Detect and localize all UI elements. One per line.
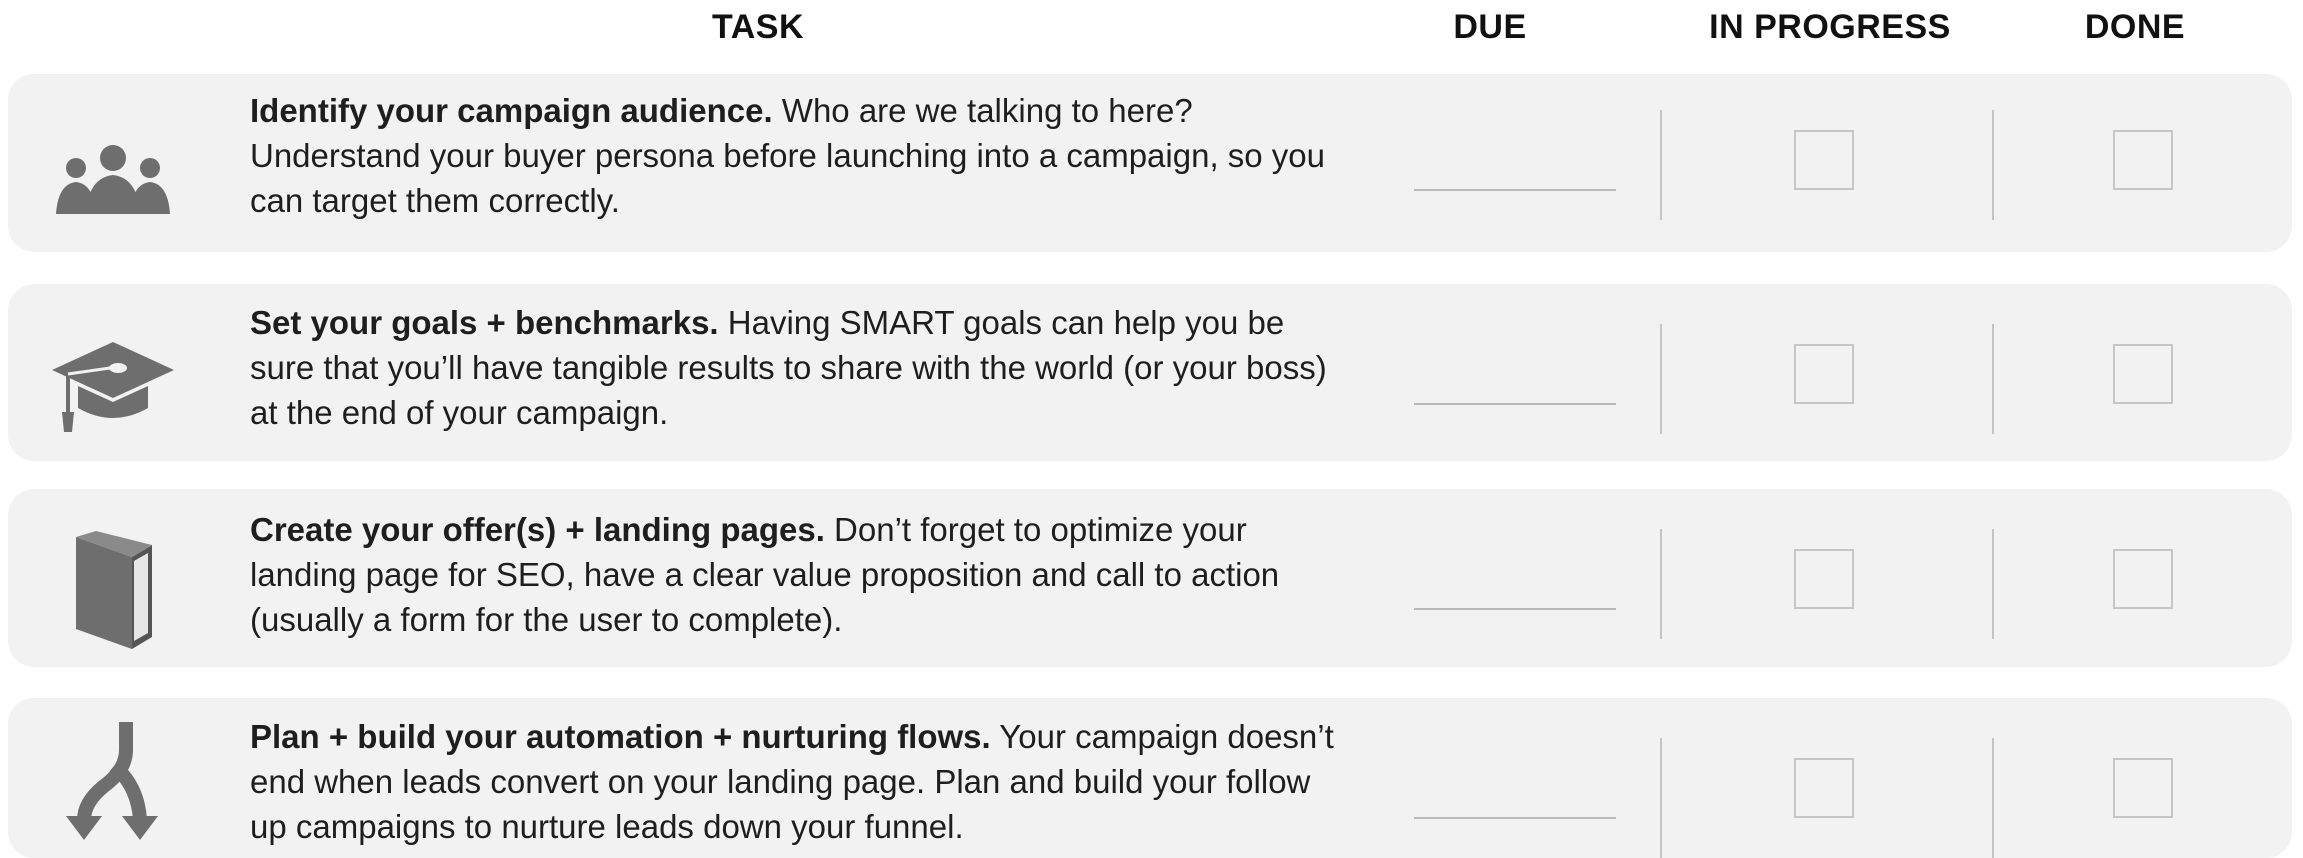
- done-checkbox[interactable]: [2113, 344, 2173, 404]
- in-progress-column-header: IN PROGRESS: [1709, 8, 1951, 46]
- in-progress-checkbox[interactable]: [1794, 758, 1854, 818]
- branching-arrows-icon: [48, 720, 178, 840]
- done-checkbox[interactable]: [2113, 549, 2173, 609]
- task-row: Plan + build your automation + nurturing…: [8, 698, 2292, 858]
- task-title: Set your goals + benchmarks.: [250, 304, 719, 341]
- task-row: Set your goals + benchmarks. Having SMAR…: [8, 284, 2292, 461]
- done-checkbox[interactable]: [2113, 758, 2173, 818]
- task-description: Identify your campaign audience. Who are…: [250, 88, 1350, 223]
- task-description: Create your offer(s) + landing pages. Do…: [250, 507, 1350, 642]
- book-icon: [48, 531, 178, 651]
- task-column-header: TASK: [711, 8, 805, 46]
- task-row: Identify your campaign audience. Who are…: [8, 74, 2292, 252]
- column-divider: [1660, 110, 1662, 220]
- due-date-field[interactable]: [1414, 608, 1616, 610]
- column-divider: [1660, 529, 1662, 639]
- column-divider: [1660, 324, 1662, 434]
- task-description: Set your goals + benchmarks. Having SMAR…: [250, 300, 1350, 435]
- graduation-cap-icon: [48, 324, 178, 444]
- task-row: Create your offer(s) + landing pages. Do…: [8, 489, 2292, 667]
- column-divider: [1992, 529, 1994, 639]
- done-column-header: DONE: [2084, 8, 2186, 46]
- column-divider: [1992, 738, 1994, 858]
- in-progress-checkbox[interactable]: [1794, 130, 1854, 190]
- due-date-field[interactable]: [1414, 817, 1616, 819]
- due-column-header: DUE: [1453, 8, 1527, 46]
- task-title: Identify your campaign audience.: [250, 92, 773, 129]
- column-divider: [1660, 738, 1662, 858]
- task-title: Create your offer(s) + landing pages.: [250, 511, 825, 548]
- done-checkbox[interactable]: [2113, 130, 2173, 190]
- task-title: Plan + build your automation + nurturing…: [250, 718, 991, 755]
- column-divider: [1992, 324, 1994, 434]
- checklist-header: TASK DUE IN PROGRESS DONE: [0, 0, 2303, 70]
- in-progress-checkbox[interactable]: [1794, 344, 1854, 404]
- due-date-field[interactable]: [1414, 403, 1616, 405]
- people-icon: [48, 118, 178, 238]
- due-date-field[interactable]: [1414, 189, 1616, 191]
- task-description: Plan + build your automation + nurturing…: [250, 714, 1350, 849]
- column-divider: [1992, 110, 1994, 220]
- in-progress-checkbox[interactable]: [1794, 549, 1854, 609]
